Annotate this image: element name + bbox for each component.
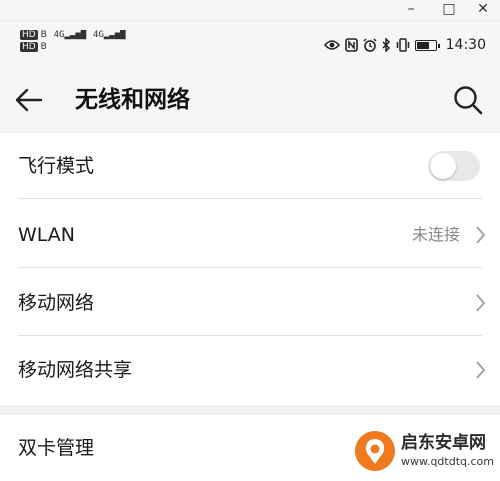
divider bbox=[18, 267, 482, 268]
chevron-right-icon bbox=[476, 226, 486, 244]
close-button[interactable]: ✕ bbox=[468, 0, 498, 20]
toggle-knob bbox=[430, 153, 456, 179]
sim1-sub: B bbox=[40, 30, 47, 40]
setting-label: WLAN bbox=[18, 224, 76, 246]
battery-level bbox=[416, 41, 429, 49]
watermark-name: 启东安卓网 bbox=[400, 433, 486, 453]
signal-bars-icon: ▂▃▅▇ bbox=[64, 30, 87, 40]
vibrate-icon bbox=[396, 38, 409, 52]
status-bar: HD B 4G▂▃▅▇ 4G▂▃▅▇ HD B 14:30 bbox=[0, 22, 500, 68]
net1-label: 4G bbox=[53, 30, 65, 40]
divider bbox=[18, 335, 482, 336]
wlan-status: 未连接 bbox=[411, 225, 460, 244]
setting-wlan[interactable]: WLAN 未连接 bbox=[0, 202, 500, 268]
alarm-icon bbox=[363, 38, 377, 52]
status-icons: 14:30 bbox=[323, 35, 486, 55]
maximize-button[interactable]: □ bbox=[434, 0, 464, 20]
window-titlebar: – □ ✕ bbox=[0, 0, 500, 20]
setting-mobile-network[interactable]: 移动网络 bbox=[0, 270, 500, 336]
battery-icon bbox=[414, 39, 440, 51]
setting-label: 移动网络共享 bbox=[18, 359, 133, 381]
setting-airplane-mode[interactable]: 飞行模式 bbox=[0, 133, 500, 199]
app-header: 无线和网络 bbox=[0, 68, 500, 132]
chevron-right-icon bbox=[476, 361, 486, 379]
net2-label: 4G bbox=[93, 30, 104, 40]
watermark-logo-icon bbox=[354, 431, 395, 471]
setting-label: 双卡管理 bbox=[18, 437, 95, 459]
setting-label: 移动网络 bbox=[18, 292, 95, 314]
status-time: 14:30 bbox=[445, 37, 486, 53]
airplane-mode-toggle[interactable] bbox=[428, 151, 480, 181]
page-title: 无线和网络 bbox=[75, 87, 190, 113]
search-button[interactable] bbox=[452, 82, 488, 118]
bluetooth-icon bbox=[382, 38, 390, 52]
nfc-icon bbox=[344, 38, 358, 52]
watermark-text: 启东安卓网 www.qdtdtq.com bbox=[400, 433, 494, 468]
eye-icon bbox=[323, 40, 340, 50]
signal-bars-icon: ▂▃▅▇ bbox=[103, 30, 126, 40]
chevron-right-icon bbox=[476, 294, 486, 312]
back-button[interactable] bbox=[14, 82, 54, 118]
sim2-badge: HD bbox=[20, 42, 38, 52]
sim2-sub: B bbox=[40, 42, 47, 52]
sim1-badge: HD bbox=[20, 30, 38, 40]
watermark: 启东安卓网 www.qdtdtq.com bbox=[353, 427, 494, 475]
setting-tethering[interactable]: 移动网络共享 bbox=[0, 337, 500, 403]
divider bbox=[18, 198, 482, 199]
signal-area: HD B 4G▂▃▅▇ 4G▂▃▅▇ HD B bbox=[20, 30, 126, 52]
settings-group-primary: 飞行模式 WLAN 未连接 移动网络 移动网络共享 bbox=[0, 133, 500, 405]
watermark-url: www.qdtdtq.com bbox=[400, 455, 494, 468]
arrow-left-icon bbox=[15, 88, 43, 112]
setting-label: 飞行模式 bbox=[18, 155, 95, 177]
search-icon bbox=[454, 86, 483, 115]
minimize-button[interactable]: – bbox=[396, 0, 426, 20]
